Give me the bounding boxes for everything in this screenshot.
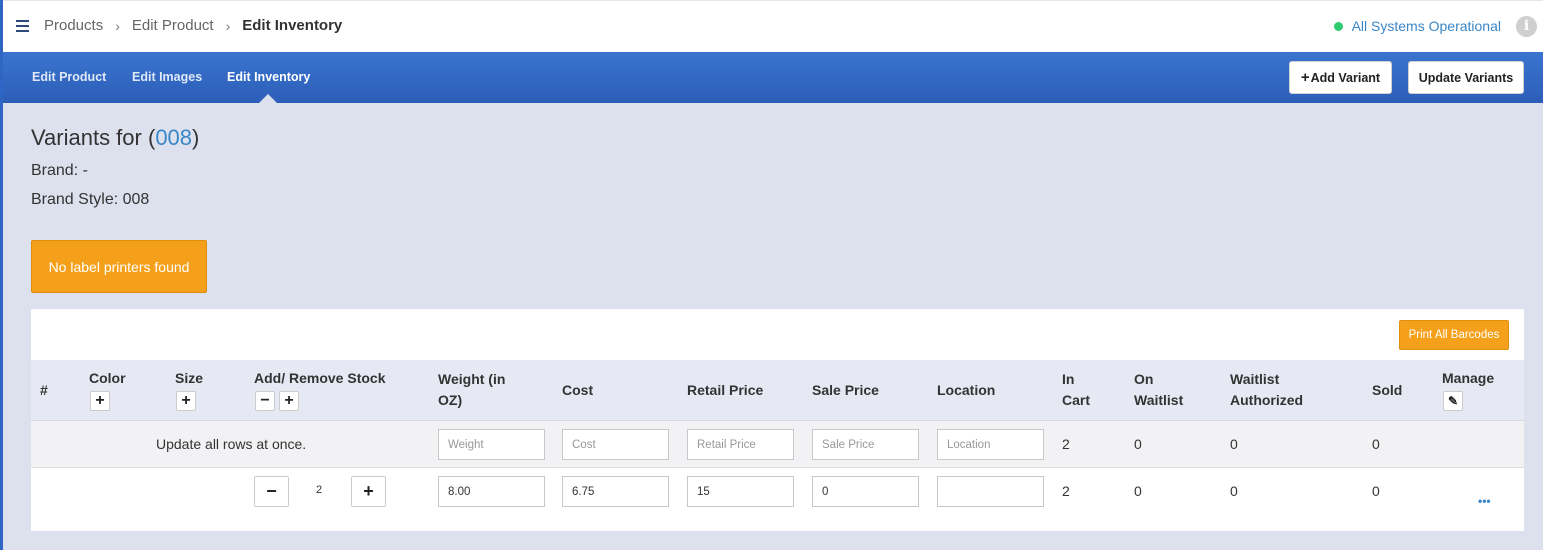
col-on-waitlist: On Waitlist (1134, 369, 1183, 411)
retail-price-input[interactable] (687, 476, 794, 507)
add-stock-plus-icon[interactable]: + (279, 391, 299, 411)
stock-adjust-value[interactable]: 2 (316, 484, 322, 496)
col-authorized-line1: Waitlist (1230, 371, 1280, 387)
col-in-cart: In Cart (1062, 369, 1090, 411)
in-cart-value: 2 (1062, 483, 1070, 499)
pencil-icon[interactable]: ✎ (1443, 391, 1463, 411)
info-circle-icon[interactable]: i (1516, 16, 1537, 37)
table-row: − 2 + 2 0 0 0 ••• (31, 468, 1524, 531)
tab-edit-images[interactable]: Edit Images (132, 70, 202, 84)
variants-card: Print All Barcodes # Color + Size + Add/… (31, 309, 1524, 531)
col-weight-line1: Weight (in (438, 371, 506, 387)
page-title-suffix: ) (192, 125, 200, 150)
col-color: Color (89, 370, 126, 386)
col-number: # (40, 382, 48, 398)
breadcrumb-current: Edit Inventory (242, 17, 343, 34)
bulk-location-input[interactable] (937, 429, 1044, 460)
print-all-barcodes-button[interactable]: Print All Barcodes (1399, 320, 1509, 350)
col-on-waitlist-line2: Waitlist (1134, 392, 1184, 408)
remove-stock-minus-icon[interactable]: − (255, 391, 275, 411)
bulk-weight-input[interactable] (438, 429, 545, 460)
page-title: Variants for (008) (31, 125, 199, 151)
bulk-sold: 0 (1372, 436, 1380, 452)
authorized-value: 0 (1230, 483, 1238, 499)
status-dot-icon (1333, 21, 1343, 31)
col-in-cart-line1: In (1062, 371, 1075, 387)
col-location: Location (937, 382, 996, 398)
col-in-cart-line2: Cart (1062, 392, 1091, 408)
col-waitlist-authorized: Waitlist Authorized (1230, 369, 1303, 411)
on-waitlist-value: 0 (1134, 483, 1142, 499)
table-header: # Color + Size + Add/ Remove Stock − + W… (31, 360, 1524, 421)
printer-alert: No label printers found (31, 240, 207, 293)
sold-value: 0 (1372, 483, 1380, 499)
col-authorized-line2: Authorized (1230, 392, 1304, 408)
more-options-icon[interactable]: ••• (1478, 495, 1491, 507)
update-variants-button[interactable]: Update Variants (1408, 61, 1524, 94)
top-bar: Products › Edit Product › Edit Inventory… (3, 0, 1543, 52)
sale-price-input[interactable] (812, 476, 919, 507)
col-on-waitlist-line1: On (1134, 371, 1154, 387)
add-size-plus-icon[interactable]: + (176, 391, 196, 411)
product-link[interactable]: 008 (155, 125, 192, 150)
breadcrumb: Products › Edit Product › Edit Inventory (44, 17, 342, 34)
col-size: Size (175, 370, 204, 386)
bulk-on-waitlist: 0 (1134, 436, 1142, 452)
tab-edit-product[interactable]: Edit Product (32, 70, 106, 84)
page-title-prefix: Variants for ( (31, 125, 156, 150)
tab-edit-inventory[interactable]: Edit Inventory (227, 70, 310, 84)
col-manage: Manage (1442, 370, 1495, 386)
weight-input[interactable] (438, 476, 545, 507)
bulk-update-label: Update all rows at once. (156, 436, 307, 452)
status-text: All Systems Operational (1351, 18, 1501, 34)
system-status[interactable]: All Systems Operational (1333, 18, 1501, 34)
col-cost: Cost (562, 382, 594, 398)
bulk-sale-price-input[interactable] (812, 429, 919, 460)
chevron-right-icon: › (115, 17, 120, 34)
col-sale-price: Sale Price (812, 382, 879, 398)
bulk-update-row: Update all rows at once. 2 0 0 0 (31, 421, 1524, 468)
add-variant-label: Add Variant (1310, 70, 1381, 85)
brand-text: Brand: - (31, 162, 88, 179)
sub-navigation: Edit Product Edit Images Edit Inventory … (3, 52, 1543, 103)
location-input[interactable] (937, 476, 1044, 507)
brand-style-text: Brand Style: 008 (31, 191, 150, 208)
bulk-retail-price-input[interactable] (687, 429, 794, 460)
col-retail-price: Retail Price (687, 382, 764, 398)
add-color-plus-icon[interactable]: + (90, 391, 110, 411)
plus-icon: + (1300, 69, 1310, 86)
col-stock: Add/ Remove Stock (254, 370, 386, 386)
active-tab-caret (259, 94, 277, 103)
col-weight-line2: OZ) (438, 392, 463, 408)
breadcrumb-edit-product[interactable]: Edit Product (132, 17, 214, 34)
menu-icon[interactable] (16, 20, 29, 32)
breadcrumb-products[interactable]: Products (44, 17, 103, 34)
add-variant-button[interactable]: + Add Variant (1289, 61, 1392, 94)
decrease-stock-button[interactable]: − (254, 476, 289, 507)
increase-stock-button[interactable]: + (351, 476, 386, 507)
bulk-authorized: 0 (1230, 436, 1238, 452)
bulk-in-cart: 2 (1062, 436, 1070, 452)
chevron-right-icon: › (225, 17, 231, 34)
col-sold: Sold (1372, 382, 1403, 398)
col-weight: Weight (in OZ) (438, 369, 505, 411)
bulk-cost-input[interactable] (562, 429, 669, 460)
cost-input[interactable] (562, 476, 669, 507)
